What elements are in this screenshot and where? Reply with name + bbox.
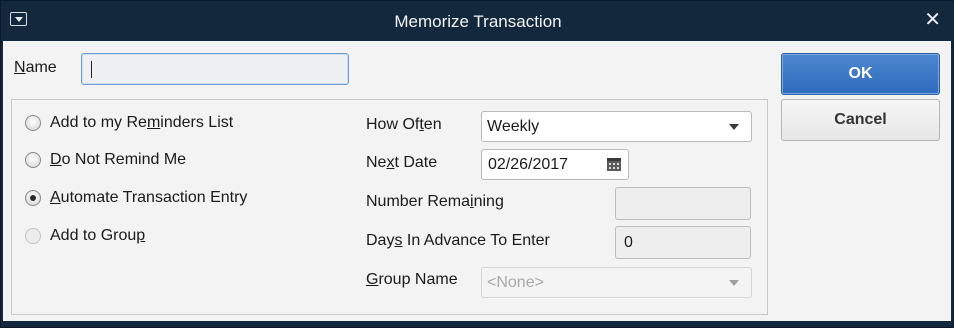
text-caret [91, 61, 92, 78]
radio-button-disabled [25, 228, 41, 244]
memorize-transaction-dialog: Memorize Transaction ✕ Name Add to my Re… [0, 0, 954, 328]
next-date-value: 02/26/2017 [488, 156, 569, 173]
radio-do-not-remind[interactable]: Do Not Remind Me [25, 149, 186, 171]
radio-label: Automate Transaction Entry [50, 189, 248, 206]
radio-label: Add to Group [50, 227, 146, 244]
dropdown-arrow-icon[interactable] [729, 124, 739, 130]
title-bar: Memorize Transaction ✕ [1, 1, 954, 41]
next-date-label: Next Date [366, 154, 438, 171]
group-name-dropdown: <None> [481, 267, 752, 298]
group-name-label: Group Name [366, 271, 458, 288]
dropdown-arrow-icon [729, 280, 739, 286]
group-name-value: <None> [487, 274, 544, 291]
name-label: Name [14, 59, 57, 76]
radio-button[interactable] [25, 152, 41, 168]
radio-add-to-reminders[interactable]: Add to my Reminders List [25, 112, 233, 134]
calendar-icon[interactable] [607, 158, 621, 171]
radio-button[interactable] [25, 115, 41, 131]
number-remaining-label: Number Remaining [366, 193, 504, 210]
radio-label: Do Not Remind Me [50, 151, 187, 168]
dialog-body: Name Add to my Reminders List Do Not Rem… [3, 41, 951, 321]
next-date-field[interactable]: 02/26/2017 [481, 149, 629, 180]
close-icon[interactable]: ✕ [924, 8, 941, 30]
days-in-advance-label: Days In Advance To Enter [366, 232, 550, 249]
radio-button-selected[interactable] [25, 190, 41, 206]
ok-button[interactable]: OK [781, 53, 940, 95]
name-input[interactable] [81, 53, 349, 85]
how-often-value: Weekly [487, 118, 540, 135]
number-remaining-field[interactable] [615, 187, 751, 220]
radio-label: Add to my Reminders List [50, 114, 234, 131]
radio-add-to-group: Add to Group [25, 225, 145, 247]
how-often-dropdown[interactable]: Weekly [481, 111, 752, 142]
dialog-title: Memorize Transaction [394, 12, 562, 31]
radio-automate-entry[interactable]: Automate Transaction Entry [25, 187, 247, 209]
cancel-button[interactable]: Cancel [781, 99, 940, 141]
how-often-label: How Often [366, 116, 442, 133]
days-in-advance-field[interactable]: 0 [615, 226, 751, 259]
